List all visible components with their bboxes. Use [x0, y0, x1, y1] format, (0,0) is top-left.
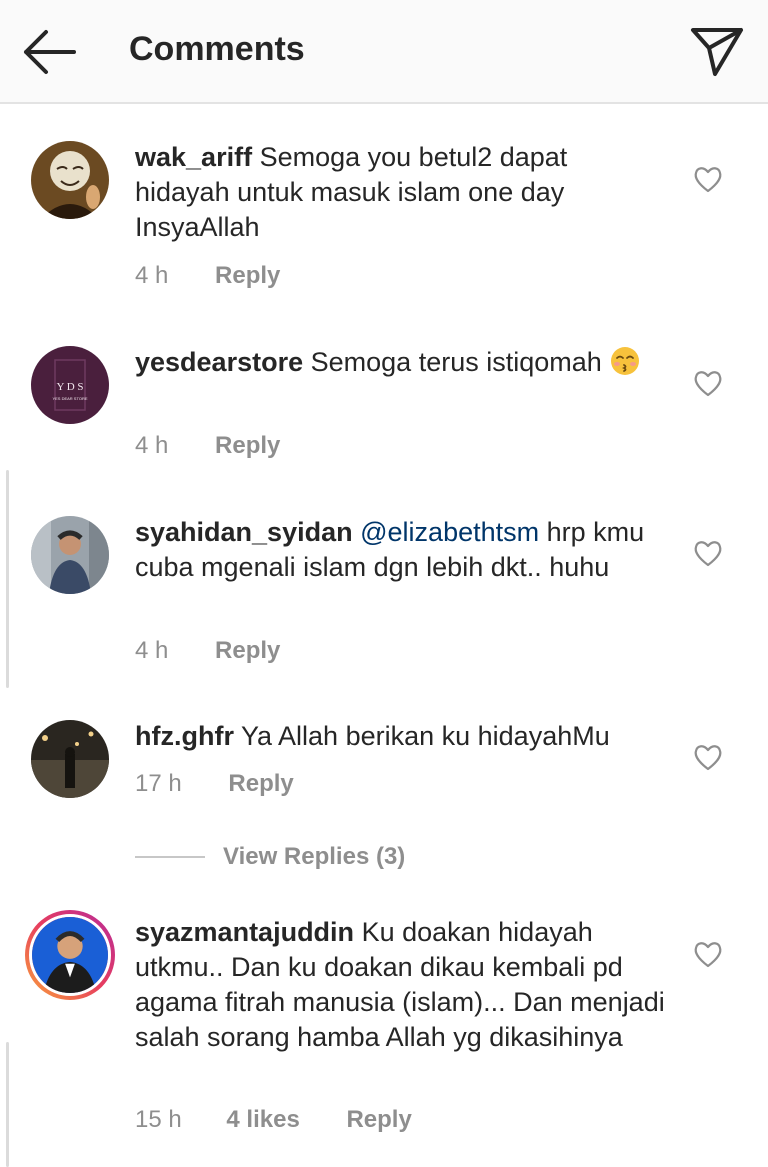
- reply-button[interactable]: Reply: [346, 1106, 411, 1133]
- avatar[interactable]: [25, 910, 115, 1000]
- comment-time: 15 h: [135, 1106, 182, 1133]
- kissing-face-emoji-icon: [611, 347, 640, 375]
- back-button[interactable]: [18, 24, 82, 80]
- view-replies-button[interactable]: View Replies (3): [135, 842, 405, 872]
- comment-text: syahidan_syidan @elizabethtsm hrp kmu cu…: [135, 515, 665, 585]
- page-title: Comments: [129, 30, 305, 68]
- avatar[interactable]: [31, 141, 109, 219]
- reply-button[interactable]: Reply: [228, 770, 293, 797]
- reply-button[interactable]: Reply: [215, 432, 280, 459]
- paper-plane-icon: [691, 28, 743, 76]
- reply-button[interactable]: Reply: [215, 262, 280, 289]
- arrow-left-icon: [24, 30, 76, 74]
- heart-outline-icon[interactable]: [692, 164, 724, 194]
- view-replies-divider: [135, 856, 205, 858]
- comment-text: yesdearstore Semoga terus istiqomah: [135, 345, 665, 380]
- avatar[interactable]: Y D S YES DEAR STORE: [31, 346, 109, 424]
- comment-body: Ya Allah berikan ku hidayahMu: [241, 721, 610, 751]
- share-button[interactable]: [685, 20, 749, 80]
- avatar[interactable]: [31, 516, 109, 594]
- avatar[interactable]: [31, 720, 109, 798]
- reply-button[interactable]: Reply: [215, 637, 280, 664]
- comment-username[interactable]: hfz.ghfr: [135, 721, 234, 751]
- comment-username[interactable]: wak_ariff: [135, 142, 252, 172]
- avatar-logo-subtext: YES DEAR STORE: [52, 396, 87, 401]
- likes-count[interactable]: 4 likes: [226, 1106, 299, 1133]
- thread-indicator: [6, 1042, 9, 1167]
- comment-time: 17 h: [135, 770, 182, 797]
- comment-time: 4 h: [135, 637, 169, 664]
- view-replies-label: View Replies (3): [223, 843, 406, 870]
- comment-username[interactable]: syazmantajuddin: [135, 917, 354, 947]
- comment-time: 4 h: [135, 432, 169, 459]
- avatar-logo-text: Y D S: [56, 381, 83, 393]
- comment-text: syazmantajuddin Ku doakan hidayah utkmu.…: [135, 915, 665, 1055]
- comment-body: Semoga terus istiqomah: [310, 347, 602, 377]
- comment-text: wak_ariff Semoga you betul2 dapat hidaya…: [135, 140, 665, 245]
- comment-username[interactable]: syahidan_syidan: [135, 517, 353, 547]
- comment-time: 4 h: [135, 262, 169, 289]
- comment-text: hfz.ghfr Ya Allah berikan ku hidayahMu: [135, 719, 665, 754]
- heart-outline-icon[interactable]: [692, 538, 724, 568]
- top-bar: Comments: [0, 0, 768, 104]
- heart-outline-icon[interactable]: [692, 368, 724, 398]
- heart-outline-icon[interactable]: [692, 939, 724, 969]
- comment-username[interactable]: yesdearstore: [135, 347, 303, 377]
- thread-indicator: [6, 470, 9, 688]
- mention-link[interactable]: @elizabethtsm: [360, 517, 539, 547]
- heart-outline-icon[interactable]: [692, 742, 724, 772]
